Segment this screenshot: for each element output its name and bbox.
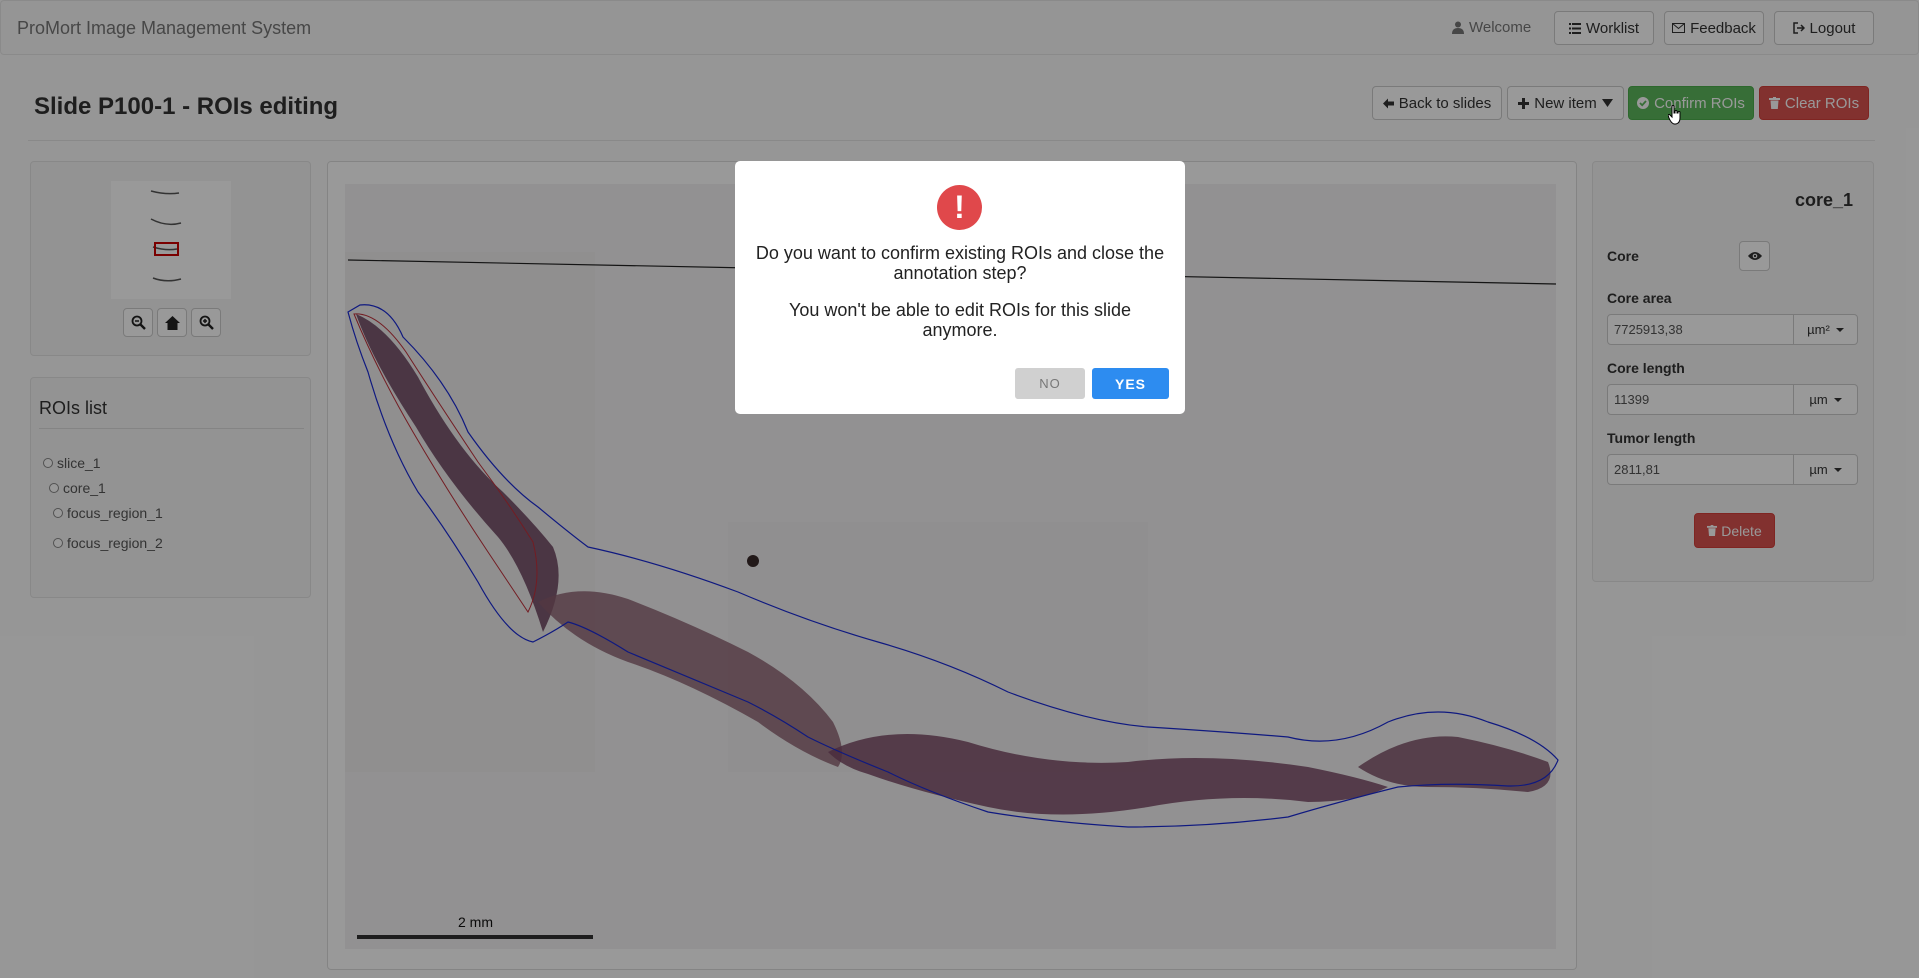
dialog-warning: You won't be able to edit ROIs for this …	[789, 300, 1131, 340]
confirm-dialog: ! Do you want to confirm existing ROIs a…	[735, 161, 1185, 414]
yes-button[interactable]: YES	[1092, 368, 1169, 399]
no-button[interactable]: NO	[1015, 368, 1085, 399]
modal-backdrop[interactable]	[0, 0, 1919, 978]
alert-icon: !	[937, 185, 982, 230]
dialog-question: Do you want to confirm existing ROIs and…	[755, 243, 1165, 283]
hand-cursor-icon	[1668, 105, 1681, 125]
